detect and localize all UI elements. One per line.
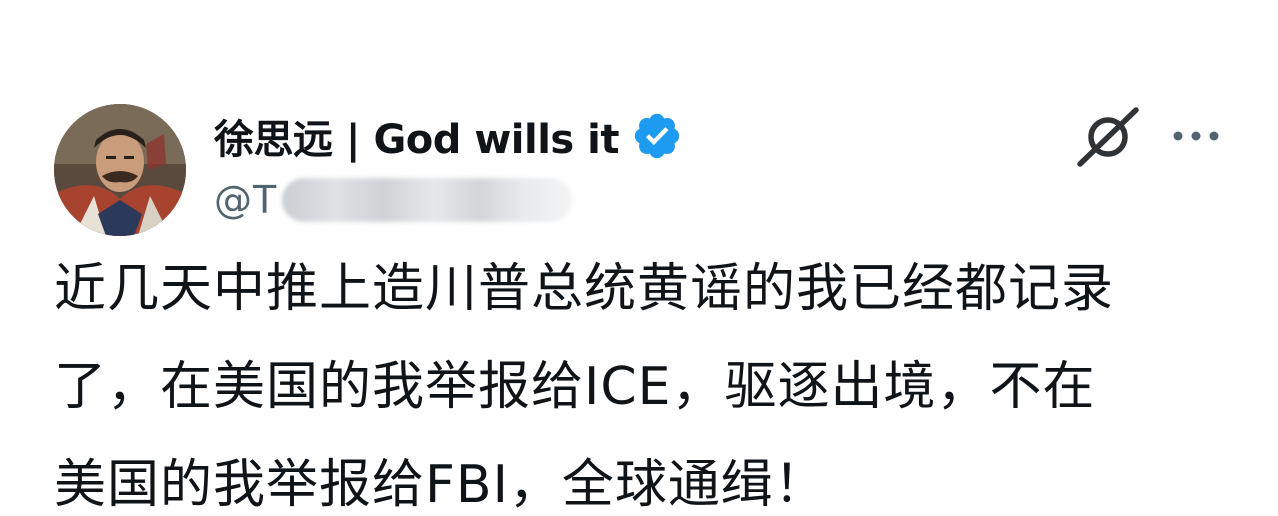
more-icon[interactable] <box>1168 112 1224 160</box>
avatar-portrait <box>54 104 186 236</box>
tweet-card: 徐思远 | God wills it @ T 近几天中推上造川普总统黄谣的我已经… <box>0 0 1278 516</box>
verified-badge-icon[interactable] <box>631 110 683 162</box>
author-handle-row: @ T <box>214 172 573 228</box>
author-name-row: 徐思远 | God wills it <box>214 108 683 164</box>
tweet-text: 近几天中推上造川普总统黄谣的我已经都记录 了，在美国的我举报给ICE，驱逐出境，… <box>54 259 1115 515</box>
author-display-name[interactable]: 徐思远 | God wills it <box>214 107 619 165</box>
handle-visible-char[interactable]: T <box>253 178 276 222</box>
handle-prefix[interactable]: @ <box>214 178 252 222</box>
handle-redaction <box>282 178 573 222</box>
avatar[interactable] <box>54 104 186 236</box>
grok-icon[interactable] <box>1072 106 1142 168</box>
